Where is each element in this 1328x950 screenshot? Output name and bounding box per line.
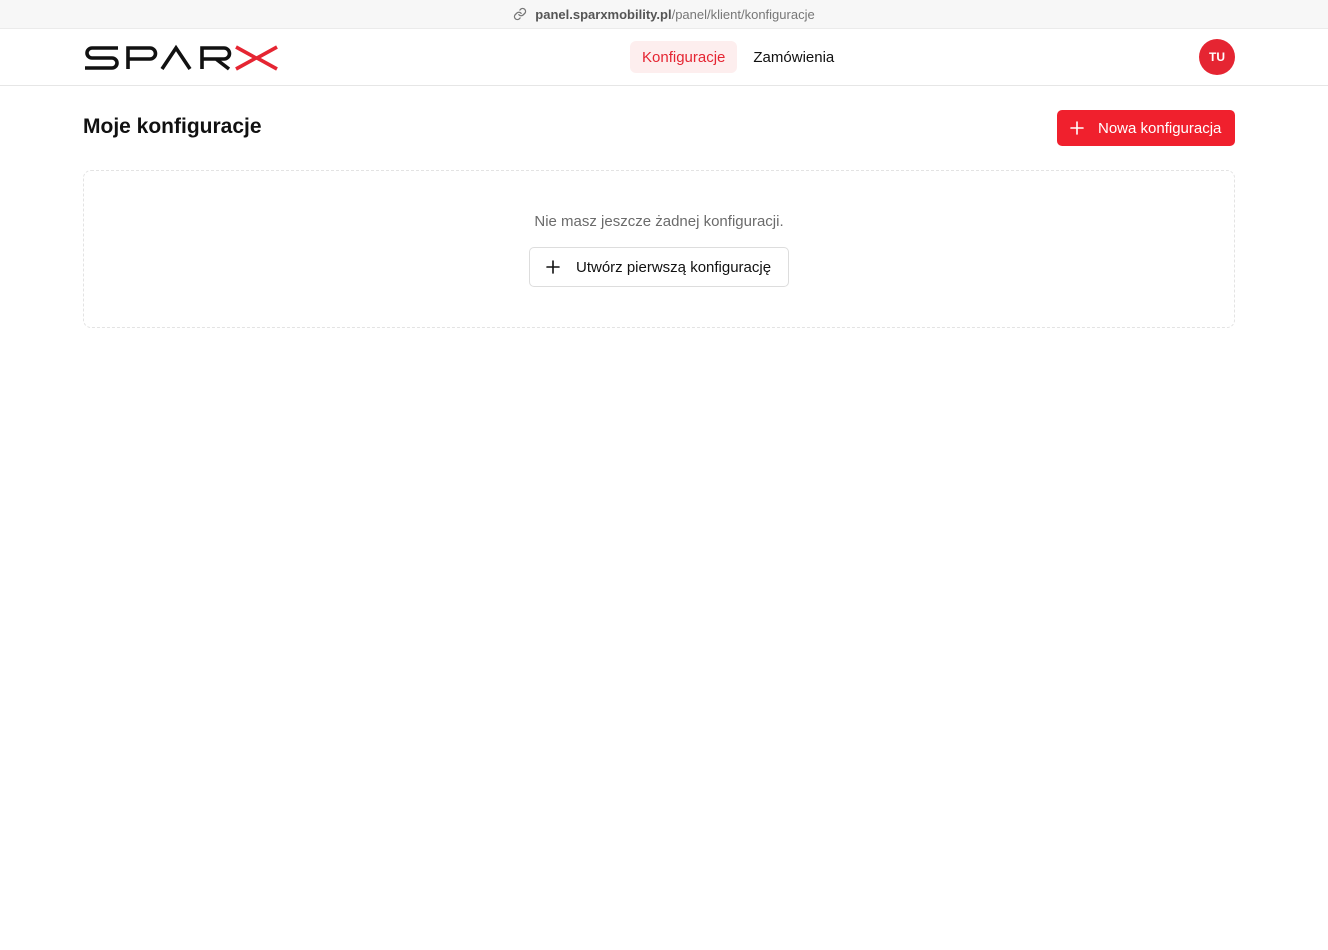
top-navigation: Konfiguracje Zamówienia TU [0,29,1328,86]
main-nav: Konfiguracje Zamówienia [630,41,846,73]
url-domain: panel.sparxmobility.pl [535,6,672,22]
create-first-configuration-label: Utwórz pierwszą konfigurację [576,258,772,276]
plus-icon [1070,121,1084,135]
new-configuration-label: Nowa konfiguracja [1098,119,1222,137]
plus-icon [546,260,560,274]
new-configuration-button[interactable]: Nowa konfiguracja [1057,110,1235,146]
url-path: /panel/klient/konfiguracje [671,6,815,22]
create-first-configuration-button[interactable]: Utwórz pierwszą konfigurację [529,247,789,287]
link-icon [513,7,527,21]
empty-state-message: Nie masz jeszcze żadnej konfiguracji. [534,213,784,230]
browser-url-bar[interactable]: panel.sparxmobility.pl/panel/klient/konf… [0,0,1328,29]
page-title: Moje konfiguracje [83,115,262,138]
sparx-logo[interactable] [84,44,278,72]
user-avatar[interactable]: TU [1199,39,1235,75]
empty-state-panel: Nie masz jeszcze żadnej konfiguracji. Ut… [83,170,1235,328]
nav-tab-zamowienia[interactable]: Zamówienia [741,41,846,73]
nav-tab-konfiguracje[interactable]: Konfiguracje [630,41,738,73]
